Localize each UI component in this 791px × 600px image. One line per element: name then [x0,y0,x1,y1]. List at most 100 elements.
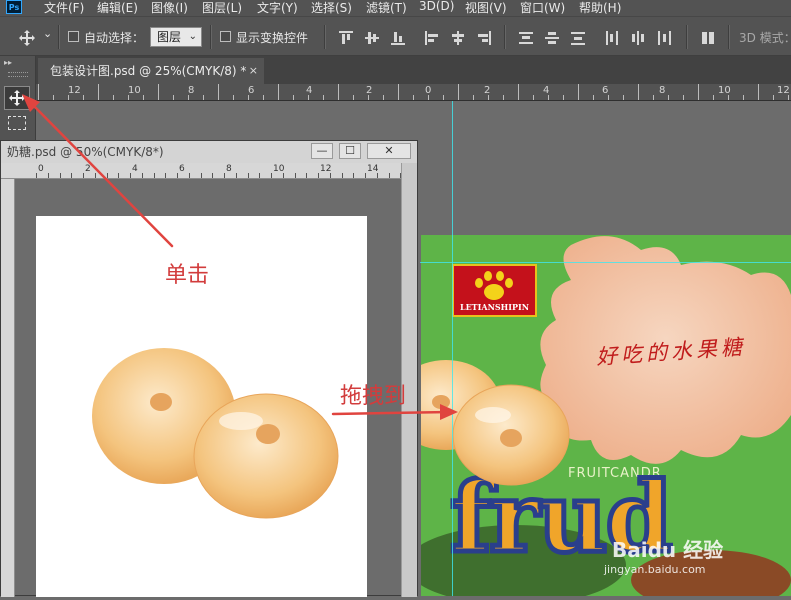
ruler-tick [318,173,319,178]
menu-file[interactable]: 文件(F) [44,0,84,16]
close-icon[interactable]: × [249,58,258,84]
align-top-icon[interactable] [339,31,353,45]
ruler-tick [38,84,39,100]
ruler-tick [130,173,131,178]
ruler-label: 4 [306,85,313,96]
auto-select-dropdown[interactable]: 图层 ⌄ [150,27,202,47]
menu-image[interactable]: 图像(I) [151,0,188,16]
ruler-tick [743,95,744,100]
auto-select-value: 图层 [157,30,182,44]
ruler-tick [278,84,279,100]
move-tool[interactable] [4,86,30,110]
chevron-down-icon[interactable]: ⌄ [43,27,52,40]
distribute-hcenter-icon[interactable] [631,31,645,45]
ruler-tick [533,95,534,100]
ruler-tick [458,84,459,100]
ruler-tick [383,95,384,100]
menu-bar: Ps 文件(F) 编辑(E) 图像(I) 图层(L) 文字(Y) 选择(S) 滤… [0,0,791,16]
tab-package-design[interactable]: 包装设计图.psd @ 25%(CMYK/8) * × [38,58,264,84]
ruler-tick [473,95,474,100]
paw-icon [475,271,513,300]
menu-select[interactable]: 选择(S) [311,0,352,16]
ruler-tick [83,173,84,178]
menu-type[interactable]: 文字(Y) [257,0,298,16]
distribute-vcenter-icon[interactable] [545,31,559,45]
rect-marquee-icon[interactable] [8,116,26,130]
menu-edit[interactable]: 编辑(E) [97,0,138,16]
ruler-tick [259,173,260,178]
ruler-tick [788,95,789,100]
separator [324,25,326,49]
3d-mode-label: 3D 模式： [739,31,791,45]
align-hcenter-icon[interactable] [451,31,465,45]
distribute-right-icon[interactable] [657,31,671,45]
align-right-icon[interactable] [477,31,491,45]
ruler-tick [698,84,699,100]
ruler-tick [638,84,639,100]
auto-align-icon[interactable] [701,31,715,45]
ruler-tick [563,95,564,100]
float-horizontal-ruler: 0 2 4 6 8 10 12 14 [1,163,401,179]
align-bottom-icon[interactable] [391,31,405,45]
brand-logo: LETIANSHIPIN [452,264,537,317]
guide-line-vertical[interactable] [452,101,453,596]
ruler-tick [188,95,189,100]
menu-help[interactable]: 帮助(H) [579,0,621,16]
ruler-tick [68,95,69,100]
close-button[interactable]: ✕ [367,143,411,159]
window-title: 奶糖.psd @ 50%(CMYK/8*) [7,145,164,159]
align-vcenter-icon[interactable] [365,31,379,45]
ruler-tick [248,95,249,100]
dragged-candy-image[interactable] [421,360,571,490]
ruler-tick [98,84,99,100]
ruler-label: 6 [179,164,185,174]
menu-window[interactable]: 窗口(W) [520,0,565,16]
ruler-tick [353,95,354,100]
ruler-tick [773,95,774,100]
ruler-label: 2 [85,164,91,174]
distribute-top-icon[interactable] [519,31,533,45]
annotation-click: 单击 [165,263,210,288]
watermark-url: jingyan.baidu.com [604,563,706,576]
ruler-tick [212,173,213,178]
window-titlebar[interactable]: 奶糖.psd @ 50%(CMYK/8*) — ☐ ✕ [1,141,417,163]
panel-collapse-icon[interactable]: ▸▸ [4,58,12,67]
candy-highlight [219,412,263,430]
ruler-tick [608,95,609,100]
ruler-tick [293,95,294,100]
ruler-tick [758,84,759,100]
move-tool-options-icon[interactable] [18,29,36,47]
ruler-tick [236,173,237,178]
guide-line-horizontal[interactable] [420,262,791,263]
menu-layer[interactable]: 图层(L) [202,0,242,16]
distribute-left-icon[interactable] [605,31,619,45]
menu-filter[interactable]: 滤镜(T) [366,0,407,16]
panel-grip[interactable] [8,72,28,77]
distribute-bottom-icon[interactable] [571,31,585,45]
align-left-icon[interactable] [425,31,439,45]
float-vertical-ruler [1,179,15,597]
ruler-tick [158,84,159,100]
ruler-tick [271,173,272,178]
ruler-tick [323,95,324,100]
auto-select-checkbox[interactable] [68,31,79,42]
ruler-tick [668,95,669,100]
ruler-tick [593,95,594,100]
menu-view[interactable]: 视图(V) [465,0,507,16]
floating-document-window[interactable]: 奶糖.psd @ 50%(CMYK/8*) — ☐ ✕ 0 2 4 6 8 10… [0,140,418,597]
ruler-label: 0 [38,164,44,174]
ruler-tick [233,95,234,100]
ruler-tick [154,173,155,178]
ruler-label: 8 [226,164,232,174]
ruler-tick [60,173,61,178]
minimize-button[interactable]: — [311,143,333,159]
ruler-tick [173,95,174,100]
ruler-tick [368,95,369,100]
options-bar: ⌄ 自动选择： 图层 ⌄ 显示变换控件 3D 模式： [0,16,791,56]
ruler-label: 10 [128,85,141,96]
ruler-tick [48,173,49,178]
show-transform-checkbox[interactable] [220,31,231,42]
candy-hole [256,424,280,444]
maximize-button[interactable]: ☐ [339,143,361,159]
menu-3d[interactable]: 3D(D) [419,0,454,13]
